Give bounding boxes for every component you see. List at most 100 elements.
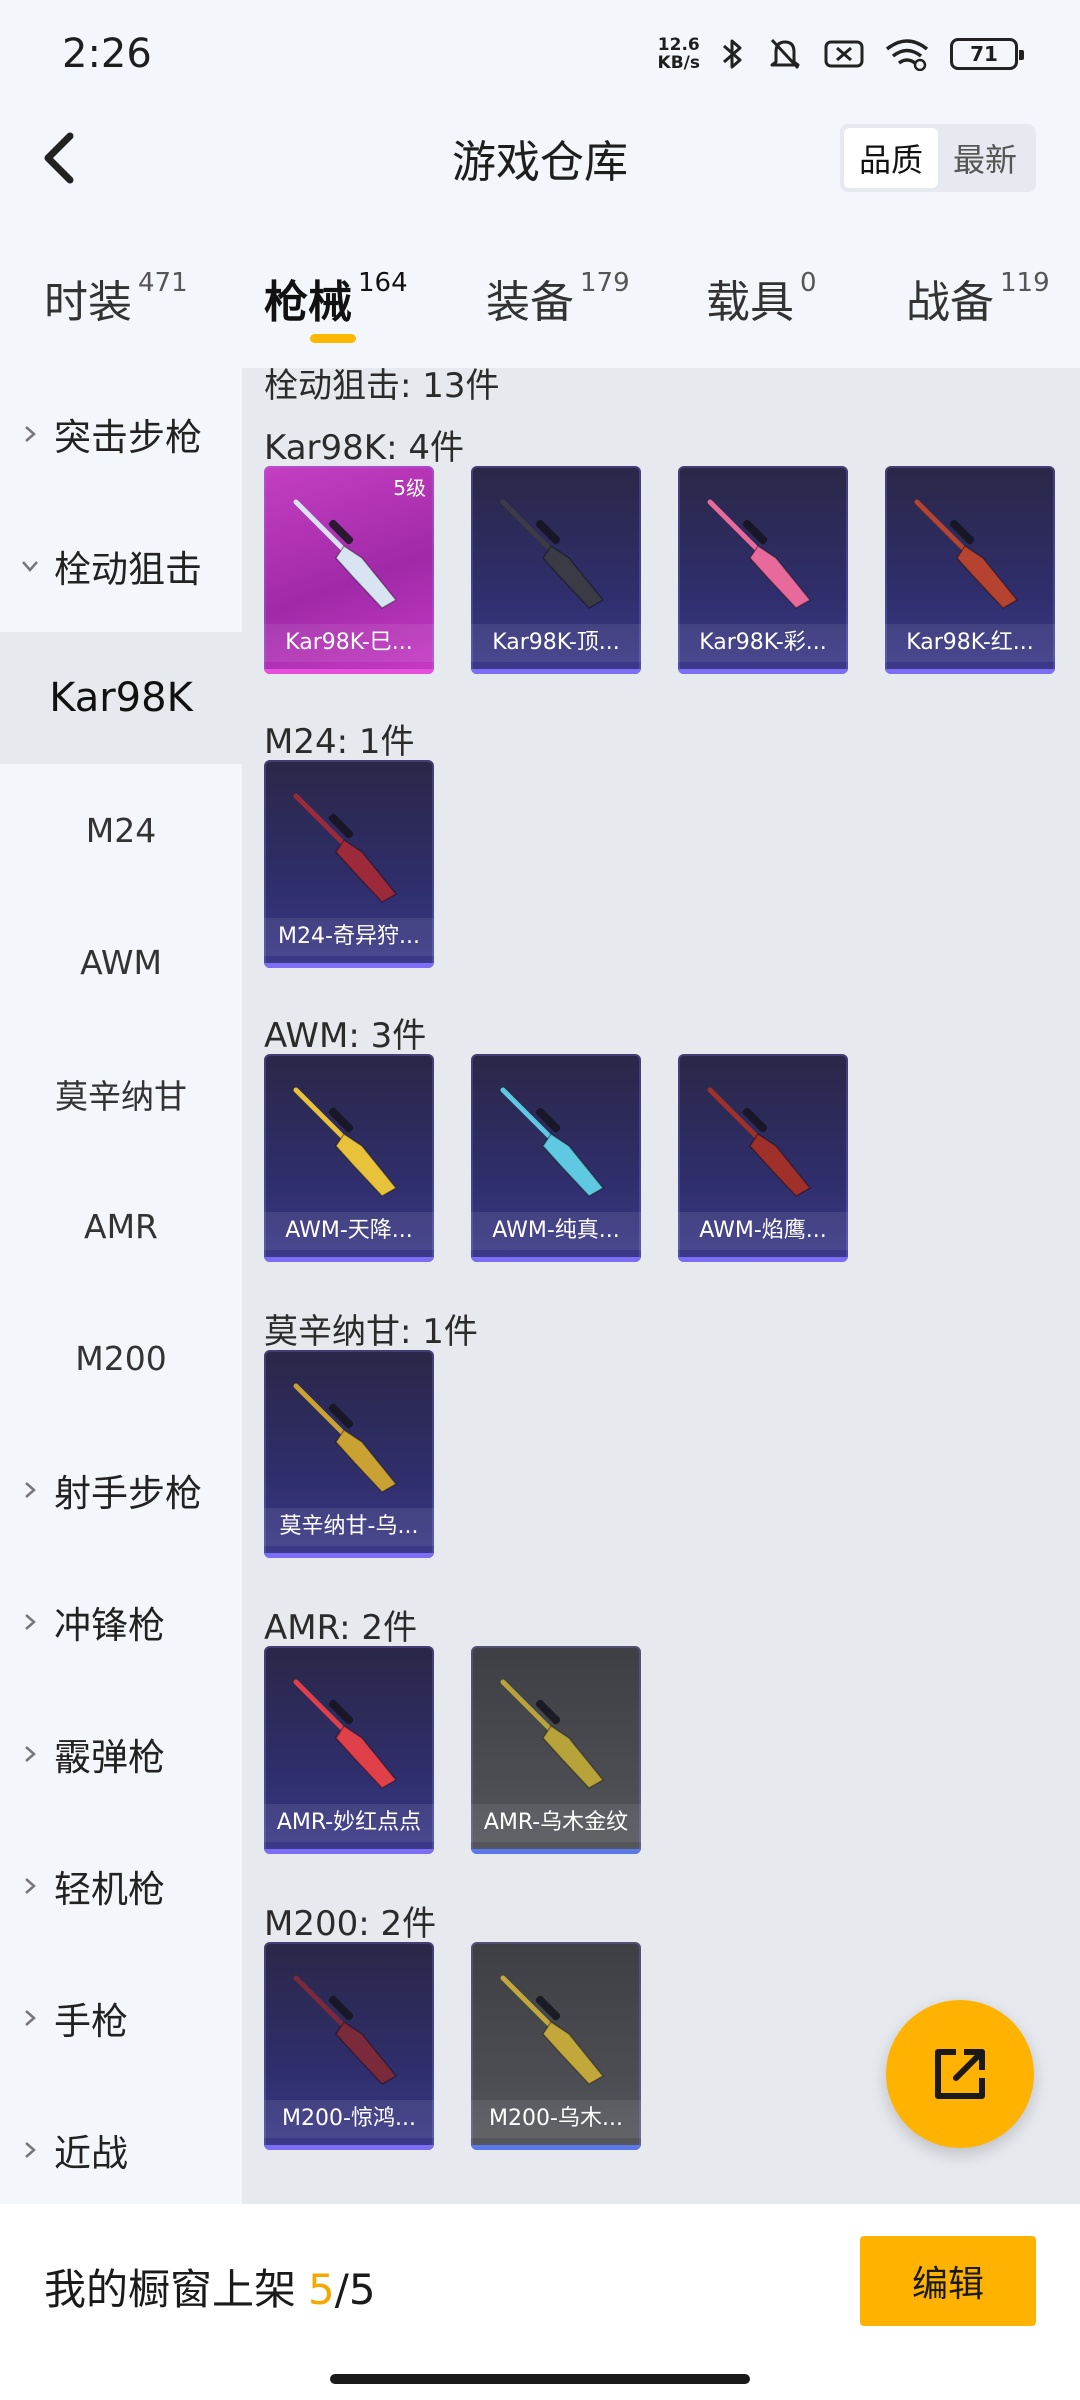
sidebar-item[interactable]: 手枪 (0, 1952, 242, 2084)
weapon-skin-card[interactable]: Kar98K-红... (885, 466, 1055, 674)
rifle-icon (500, 1679, 605, 1789)
weapon-skin-name: M24-奇异狩... (264, 918, 434, 956)
weapon-list[interactable]: 栓动狙击: 13件 Kar98K: 4件 5级 Kar98K-巳... Kar98K-… (242, 368, 1080, 2204)
battery-level: 71 (970, 42, 998, 66)
weapon-skin-name: Kar98K-彩... (678, 624, 848, 662)
sidebar-item-label: 轻机枪 (54, 1868, 165, 1911)
rifle-icon (914, 499, 1019, 609)
weapon-skin-name: M200-惊鸿... (264, 2100, 434, 2138)
category-header: 栓动狙击: 13件 (264, 368, 500, 406)
share-button[interactable] (886, 2000, 1034, 2148)
battery-indicator: 71 (950, 38, 1024, 70)
tab-label: 载具 (706, 277, 794, 328)
tab-label: 战备 (906, 277, 994, 328)
rifle-icon (707, 499, 812, 609)
weapon-skin-name: AWM-天降... (264, 1212, 434, 1250)
sidebar-item-label: 射手步枪 (54, 1472, 202, 1515)
showcase-status: 我的橱窗上架 5 /5 (44, 2256, 376, 2317)
weapon-skin-name: AMR-妙红点点 (264, 1804, 434, 1842)
sidebar-item[interactable]: M200 (0, 1292, 242, 1424)
tab-supplies[interactable]: 战备 119 (906, 266, 1050, 330)
rifle-icon (293, 1975, 398, 2085)
sidebar-item[interactable]: 突击步枪 (0, 368, 242, 500)
weapon-skin-name: 莫辛纳甘-乌... (264, 1508, 434, 1546)
sidebar-item-label: AWM (80, 942, 162, 982)
mute-bell-icon (770, 38, 800, 70)
chevron-right-icon (25, 1482, 36, 1498)
header: 游戏仓库 品质 最新 (0, 108, 1080, 208)
rifle-icon (707, 1087, 812, 1197)
level-badge: 5级 (393, 476, 426, 500)
sidebar-item-label: 莫辛纳甘 (55, 1077, 187, 1116)
weapon-skin-name: M200-乌木... (471, 2100, 641, 2138)
tab-vehicles[interactable]: 载具 0 (706, 266, 817, 330)
status-icons: 12.6 KB/s 71 (657, 36, 1024, 73)
showcase-total: /5 (334, 2265, 376, 2314)
chevron-right-icon (25, 1878, 36, 1894)
weapon-skin-card[interactable]: AMR-乌木金纹 (471, 1646, 641, 1854)
tab-count: 0 (800, 268, 817, 298)
sidebar-item[interactable]: 莫辛纳甘 (0, 1028, 242, 1160)
tab-weapons[interactable]: 枪械 164 (264, 266, 408, 330)
sidebar-item[interactable]: 轻机枪 (0, 1820, 242, 1952)
sidebar-item-label: AMR (84, 1206, 158, 1246)
sidebar-item[interactable]: 射手步枪 (0, 1424, 242, 1556)
section-title: AMR: 2件 (264, 1608, 418, 1648)
weapon-skin-card[interactable]: M24-奇异狩... (264, 760, 434, 968)
tab-count: 119 (1000, 268, 1050, 298)
weapon-skin-card[interactable]: AMR-妙红点点 (264, 1646, 434, 1854)
sidebar-item[interactable]: AWM (0, 896, 242, 1028)
home-indicator[interactable] (330, 2374, 750, 2384)
tab-costume[interactable]: 时装 471 (44, 266, 188, 330)
no-sim-icon (824, 40, 864, 68)
rifle-icon (500, 499, 605, 609)
sort-by-newest-button[interactable]: 最新 (938, 128, 1032, 188)
bluetooth-icon (723, 39, 742, 69)
chevron-right-icon (25, 426, 36, 442)
weapon-skin-card[interactable]: Kar98K-彩... (678, 466, 848, 674)
sort-by-quality-button[interactable]: 品质 (844, 128, 938, 188)
chevron-right-icon (25, 1746, 36, 1762)
weapon-skin-card[interactable]: 莫辛纳甘-乌... (264, 1350, 434, 1558)
weapon-type-sidebar: 突击步枪栓动狙击 Kar98K M24 AWM 莫辛纳甘 AMR M200 射手步枪冲锋枪霰弹… (0, 368, 242, 2208)
sidebar-item-label: 突击步枪 (54, 416, 202, 459)
weapon-skin-card[interactable]: M200-惊鸿... (264, 1942, 434, 2150)
sidebar-item[interactable]: 近战 (0, 2084, 242, 2216)
weapon-skin-name: AWM-焰鹰... (678, 1212, 848, 1250)
network-speed-unit: KB/s (657, 53, 700, 73)
edit-button[interactable]: 编辑 (860, 2236, 1036, 2326)
sidebar-item-label: 冲锋枪 (54, 1604, 165, 1647)
tab-label: 时装 (44, 277, 132, 328)
section-title: 莫辛纳甘: 1件 (264, 1312, 478, 1352)
sidebar-item[interactable]: Kar98K (0, 632, 242, 764)
sidebar-item[interactable]: M24 (0, 764, 242, 896)
rifle-icon (293, 1679, 398, 1789)
status-bar: 2:26 12.6 KB/s 71 (0, 0, 1080, 108)
chevron-down-icon (22, 561, 38, 572)
weapon-skin-card[interactable]: AWM-天降... (264, 1054, 434, 1262)
showcase-label: 我的橱窗上架 (44, 2265, 297, 2314)
tab-equipment[interactable]: 装备 179 (486, 266, 630, 330)
category-tabs: 时装 471 枪械 164 装备 179 载具 0 战备 119 (0, 240, 1080, 360)
sidebar-item[interactable]: 冲锋枪 (0, 1556, 242, 1688)
sidebar-item[interactable]: 霰弹枪 (0, 1688, 242, 1820)
weapon-skin-card[interactable]: AWM-焰鹰... (678, 1054, 848, 1262)
weapon-skin-card[interactable]: 5级 Kar98K-巳... (264, 466, 434, 674)
back-button[interactable] (26, 122, 96, 192)
wifi-icon (885, 39, 929, 71)
sidebar-item[interactable]: AMR (0, 1160, 242, 1292)
weapon-skin-name: Kar98K-巳... (264, 624, 434, 662)
tab-count: 179 (580, 268, 630, 298)
weapon-skin-card[interactable]: M200-乌木... (471, 1942, 641, 2150)
weapon-skin-card[interactable]: Kar98K-顶... (471, 466, 641, 674)
rifle-icon (293, 1087, 398, 1197)
sidebar-item-label: 霰弹枪 (54, 1736, 165, 1779)
weapon-skin-card[interactable]: AWM-纯真... (471, 1054, 641, 1262)
tab-count: 471 (138, 268, 188, 298)
sidebar-item[interactable]: 栓动狙击 (0, 500, 242, 632)
active-tab-indicator (310, 334, 356, 343)
weapon-skin-name: Kar98K-顶... (471, 624, 641, 662)
weapon-skin-name: AWM-纯真... (471, 1212, 641, 1250)
section-title: M24: 1件 (264, 722, 415, 762)
sidebar-item-label: M200 (75, 1338, 167, 1378)
